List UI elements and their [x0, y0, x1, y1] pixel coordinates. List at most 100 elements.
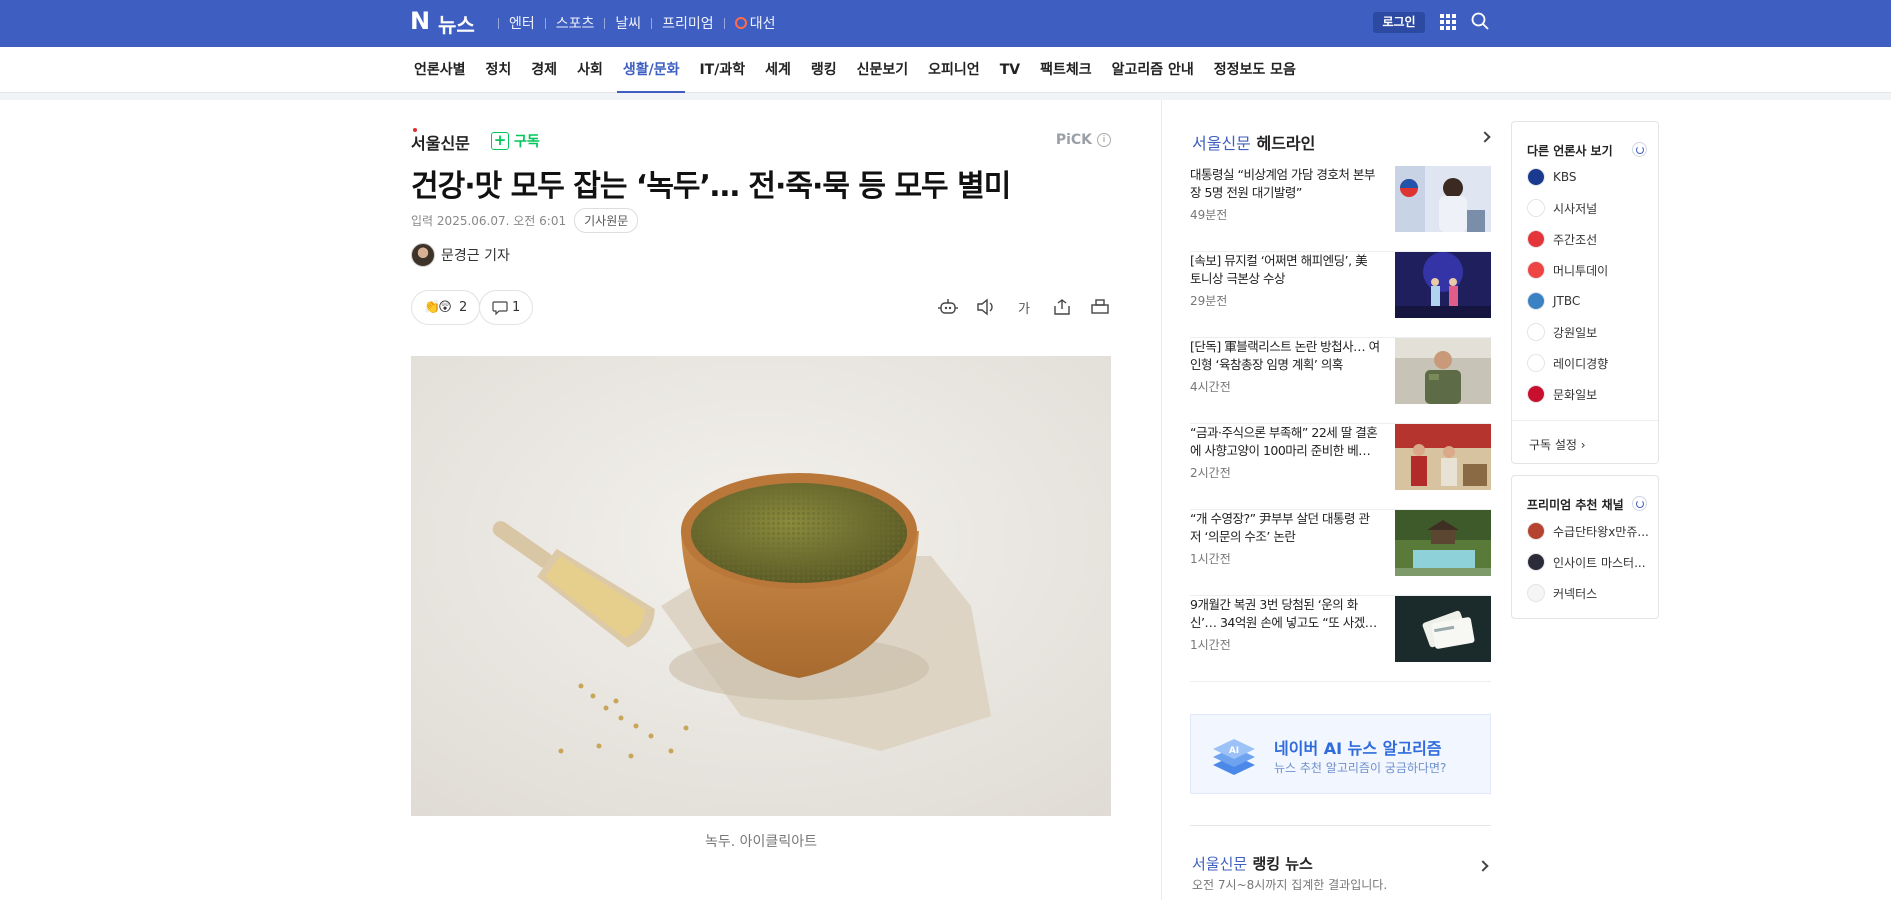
press-item[interactable]: 레이디경향	[1527, 354, 1608, 372]
nav-entertainment[interactable]: 엔터	[509, 13, 535, 33]
category-bar-shadow	[0, 93, 1891, 100]
headline-thumbnail[interactable]	[1395, 338, 1491, 404]
info-icon[interactable]: i	[1097, 133, 1111, 147]
press-item[interactable]: 주간조선	[1527, 230, 1597, 248]
category-tab[interactable]: 생활/문화	[616, 47, 686, 94]
press-item[interactable]: 문화일보	[1527, 385, 1597, 403]
nav-premium[interactable]: 프리미엄	[662, 13, 714, 33]
ranking-press: 서울신문	[1192, 855, 1248, 873]
premium-title: 프리미엄 추천 채널	[1527, 498, 1624, 512]
ranking-divider	[1190, 825, 1491, 826]
headline-time: 2시간전	[1190, 466, 1231, 480]
apps-grid-icon[interactable]	[1440, 14, 1456, 30]
headline-thumbnail[interactable]	[1395, 596, 1491, 662]
chevron-right-icon[interactable]	[1479, 131, 1491, 143]
summary-bot-icon[interactable]	[937, 296, 959, 318]
speaker-icon[interactable]	[975, 296, 997, 318]
reaction-button[interactable]: 👏 😲 2	[411, 290, 481, 325]
category-tab[interactable]: 팩트체크	[1034, 47, 1098, 93]
headlines-label: 헤드라인	[1256, 134, 1316, 153]
headline-thumbnail[interactable]	[1395, 166, 1491, 232]
search-icon[interactable]	[1471, 12, 1489, 30]
headline-text: “금과·주식으론 부족해” 22세 딸 결혼에 사향고양이 100마리 준비한 …	[1190, 425, 1378, 458]
category-bar: 언론사별 정치 경제 사회 생활/문화 IT/과학 세계 랭킹 신문보기 오피니언 TV 팩트체크 알고…	[0, 47, 1891, 100]
headline-item[interactable]: “금과·주식으론 부족해” 22세 딸 결혼에 사향고양이 100마리 준비한 …	[1190, 424, 1491, 510]
headline-item[interactable]: 9개월간 복권 3번 당첨된 ‘운의 화신’… 34억원 손에 넣고도 “또 사…	[1190, 596, 1491, 682]
press-logo[interactable]: 서울신문	[411, 128, 470, 154]
reporter[interactable]: 문경근 기자	[411, 243, 510, 267]
login-button[interactable]: 로그인	[1373, 12, 1425, 33]
category-tab[interactable]: IT/과학	[693, 47, 751, 93]
category-tab[interactable]: 오피니언	[922, 47, 986, 93]
nav-sports[interactable]: 스포츠	[556, 13, 595, 33]
headline-item[interactable]: 대통령실 “비상계엄 가담 경호처 본부장 5명 전원 대기발령” 49분전	[1190, 166, 1491, 252]
press-item[interactable]: 머니투데이	[1527, 261, 1608, 279]
premium-item[interactable]: 수급단타왕x만쥬...	[1527, 522, 1649, 540]
press-logo-icon	[1527, 168, 1545, 186]
press-logo-icon	[1527, 230, 1545, 248]
font-size-icon[interactable]: 가	[1013, 296, 1035, 318]
premium-item-name: 커넥터스	[1553, 586, 1598, 601]
naver-logo[interactable]: N	[410, 9, 430, 33]
subscribe-label: 구독	[514, 134, 540, 150]
news-logo[interactable]: 뉴스	[438, 9, 475, 38]
subscribe-button[interactable]: + 구독	[491, 131, 540, 151]
print-icon[interactable]	[1089, 296, 1111, 318]
headline-item[interactable]: “개 수영장?” 尹부부 살던 대통령 관저 ‘의문의 수조’ 논란 1시간전	[1190, 510, 1491, 596]
headline-thumbnail[interactable]	[1395, 252, 1491, 318]
headline-time: 1시간전	[1190, 638, 1231, 652]
comment-button[interactable]: 1	[479, 290, 534, 325]
refresh-icon[interactable]	[1632, 496, 1647, 511]
press-item[interactable]: 강원일보	[1527, 323, 1597, 341]
press-item[interactable]: JTBC	[1527, 292, 1580, 310]
article-date: 2025.06.07. 오전 6:01	[436, 214, 567, 228]
headline-thumbnail[interactable]	[1395, 424, 1491, 490]
chevron-right-icon[interactable]	[1477, 860, 1489, 872]
category-tab[interactable]: 경제	[525, 47, 563, 93]
category-tab[interactable]: 신문보기	[851, 47, 915, 93]
headlines-title[interactable]: 서울신문 헤드라인	[1192, 130, 1315, 154]
article-photo[interactable]	[411, 356, 1111, 816]
reporter-avatar	[411, 243, 435, 267]
top-nav: 엔터 스포츠 날씨 프리미엄 대선	[488, 13, 775, 33]
top-bar: N 뉴스 엔터 스포츠 날씨 프리미엄 대선 로그인	[0, 0, 1891, 47]
channel-avatar	[1527, 522, 1545, 540]
original-article-button[interactable]: 기사원문	[574, 208, 639, 233]
nav-weather[interactable]: 날씨	[615, 13, 641, 33]
channel-avatar	[1527, 553, 1545, 571]
category-tab[interactable]: 알고리즘 안내	[1106, 47, 1200, 93]
headline-text: 대통령실 “비상계엄 가담 경호처 본부장 5명 전원 대기발령”	[1190, 167, 1375, 200]
category-tab[interactable]: 정정보도 모음	[1208, 47, 1302, 93]
category-tab[interactable]: 세계	[759, 47, 797, 93]
premium-item[interactable]: 커넥터스	[1527, 584, 1597, 602]
ranking-title[interactable]: 서울신문 랭킹 뉴스	[1192, 853, 1313, 874]
share-icon[interactable]	[1051, 296, 1073, 318]
headline-item[interactable]: [단독] 軍블랙리스트 논란 방첩사… 여인형 ‘육참총장 임명 계획’ 의혹 4…	[1190, 338, 1491, 424]
category-tab[interactable]: 랭킹	[805, 47, 843, 93]
ai-algorithm-banner[interactable]: AI 네이버 AI 뉴스 알고리즘 뉴스 추천 알고리즘이 궁금하다면?	[1190, 714, 1491, 794]
press-item[interactable]: 시사저널	[1527, 199, 1597, 217]
press-item[interactable]: KBS	[1527, 168, 1577, 186]
category-tab[interactable]: 사회	[571, 47, 609, 93]
photo-caption: 녹두. 아이클릭아트	[705, 834, 817, 850]
nav-election[interactable]: 대선	[734, 13, 775, 33]
press-item-name: 주간조선	[1553, 232, 1598, 247]
comment-icon	[492, 300, 508, 315]
nav-separator	[498, 17, 499, 29]
category-tab[interactable]: TV	[994, 47, 1026, 93]
premium-item[interactable]: 인사이트 마스터...	[1527, 553, 1646, 571]
headline-thumbnail[interactable]	[1395, 510, 1491, 576]
press-item-name: 레이디경향	[1553, 356, 1609, 371]
category-tab[interactable]: 언론사별	[408, 47, 472, 93]
press-logo-icon	[1527, 261, 1545, 279]
ai-banner-subtitle: 뉴스 추천 알고리즘이 궁금하다면?	[1274, 761, 1447, 775]
font-size-label: 가	[1018, 301, 1030, 317]
subscription-settings[interactable]: 구독 설정 ›	[1512, 420, 1658, 453]
nav-separator	[604, 17, 606, 29]
ai-badge: AI	[1229, 746, 1239, 756]
category-tab[interactable]: 정치	[480, 47, 518, 93]
article-meta: 입력 2025.06.07. 오전 6:01 기사원문	[411, 208, 639, 233]
pick-badge[interactable]: PiCK i	[1056, 132, 1111, 148]
headline-item[interactable]: [속보] 뮤지컬 ‘어쩌면 해피엔딩’, 美 토니상 극본상 수상 29분전	[1190, 252, 1491, 338]
refresh-icon[interactable]	[1632, 142, 1647, 157]
